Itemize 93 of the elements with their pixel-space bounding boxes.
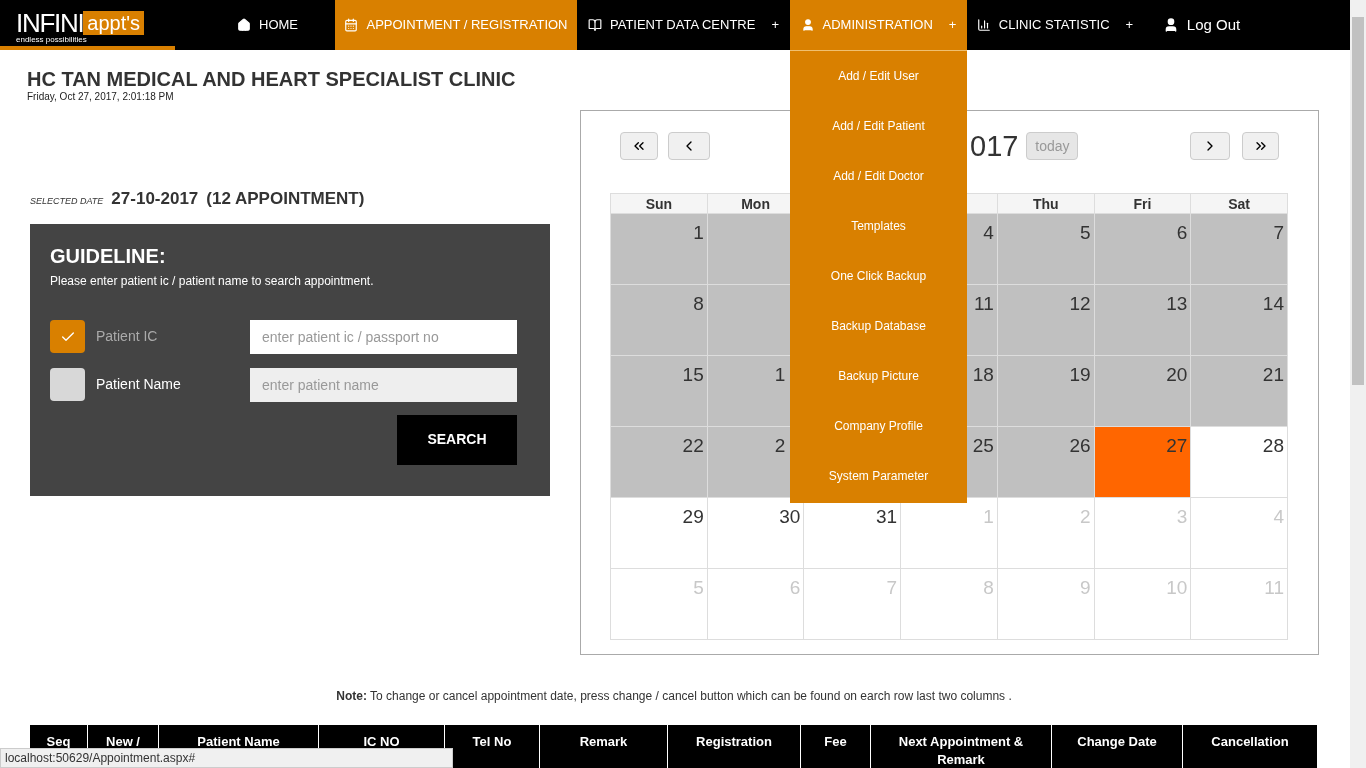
day-number: 29 xyxy=(682,505,704,529)
appointment-count: (12 APPOINTMENT) xyxy=(206,188,365,210)
note-text: Note: To change or cancel appointment date, press change / cancel button which can be found on earch row last two columns . xyxy=(335,688,1013,705)
day-cell[interactable]: 8 xyxy=(611,285,708,356)
user-icon xyxy=(800,18,815,32)
checkbox[interactable] xyxy=(50,320,85,353)
option-label: Patient Name xyxy=(96,375,182,394)
column-header: Remark xyxy=(540,725,668,768)
day-number: 14 xyxy=(1262,292,1284,316)
day-cell[interactable]: 27 xyxy=(1094,427,1192,498)
day-number: 28 xyxy=(1262,434,1284,458)
day-number: 30 xyxy=(779,505,801,529)
day-number: 13 xyxy=(1166,292,1188,316)
search-field[interactable]: enter patient ic / passport no xyxy=(250,319,517,354)
day-number: 12 xyxy=(1069,292,1091,316)
weekday-header: Thu xyxy=(997,193,1095,214)
day-cell[interactable]: 7 xyxy=(1191,214,1288,285)
search-button[interactable]: SEARCH xyxy=(397,414,517,465)
nav-label: PATIENT DATA CENTRE xyxy=(610,16,756,35)
plus-sign: + xyxy=(948,16,957,35)
day-cell[interactable]: 5 xyxy=(997,214,1095,285)
day-cell[interactable]: 6 xyxy=(1094,214,1192,285)
day-cell[interactable]: 28 xyxy=(1191,427,1288,498)
weekday-header: Sat xyxy=(1191,193,1288,214)
weekday-header: Fri xyxy=(1094,193,1192,214)
day-number: 26 xyxy=(1069,434,1091,458)
column-header: Next Appointment & Remark xyxy=(871,725,1052,768)
calendar-title: 017 xyxy=(970,131,1019,161)
logo-wordmark: INFINI xyxy=(16,10,84,36)
current-datetime: Friday, Oct 27, 2017, 2:01:18 PM xyxy=(27,91,175,103)
option-label: Patient IC xyxy=(96,327,159,346)
guideline-text: Please enter patient ic / patient name to search appointment. xyxy=(50,272,375,290)
book-icon xyxy=(588,18,602,32)
day-cell[interactable]: 26 xyxy=(997,427,1095,498)
scrollbar[interactable] xyxy=(1350,0,1366,768)
day-number: 7 xyxy=(1273,221,1284,245)
logo-tagline: endless possibilities xyxy=(16,36,88,44)
nav-label: Log Out xyxy=(1186,14,1241,35)
day-number: 22 xyxy=(682,434,704,458)
day-cell[interactable]: 14 xyxy=(1191,285,1288,356)
bar-chart-icon xyxy=(976,18,991,32)
home-icon xyxy=(237,18,251,32)
day-cell[interactable]: 20 xyxy=(1094,356,1192,427)
nav-label: ADMINISTRATION xyxy=(822,16,933,35)
day-cell[interactable]: 22 xyxy=(611,427,708,498)
day-number: 21 xyxy=(1262,363,1284,387)
column-header: Fee xyxy=(801,725,871,768)
clinic-name: HC TAN MEDICAL AND HEART SPECIALIST CLINIC xyxy=(27,67,517,91)
day-number: 31 xyxy=(876,505,898,529)
day-number: 15 xyxy=(682,363,704,387)
scrollbar-thumb[interactable] xyxy=(1352,17,1364,385)
day-number: 6 xyxy=(1176,221,1188,245)
day-cell[interactable]: 29 xyxy=(611,498,708,569)
day-number: 27 xyxy=(1166,434,1188,458)
next-year-button[interactable] xyxy=(1242,132,1279,160)
calendar-icon xyxy=(344,18,359,32)
nav-label: HOME xyxy=(259,16,298,35)
day-number: 25 xyxy=(972,434,994,458)
selected-date-label: SELECTED DATE xyxy=(30,195,104,208)
plus-sign: + xyxy=(771,16,779,35)
status-bar: localhost:50629/Appointment.aspx# xyxy=(0,748,453,768)
day-cell[interactable]: 19 xyxy=(997,356,1095,427)
column-header: Cancellation xyxy=(1183,725,1318,768)
search-field[interactable]: enter patient name xyxy=(250,367,517,402)
day-number: 20 xyxy=(1166,363,1188,387)
day-cell[interactable]: 21 xyxy=(1191,356,1288,427)
day-number: 1 xyxy=(693,221,704,245)
previous-year-button[interactable] xyxy=(620,132,658,160)
day-number: 19 xyxy=(1069,363,1091,387)
nav-label: CLINIC STATISTIC xyxy=(998,16,1110,35)
logo-badge: appt's xyxy=(83,11,145,35)
day-number: 1 xyxy=(774,363,786,387)
logo[interactable]: INFINI appt's endless possibilities xyxy=(0,0,175,50)
day-cell[interactable]: 13 xyxy=(1094,285,1192,356)
day-number: 11 xyxy=(974,292,994,316)
previous-month-button[interactable] xyxy=(668,132,710,160)
next-month-button[interactable] xyxy=(1190,132,1230,160)
day-cell[interactable]: 1 xyxy=(611,214,708,285)
day-number: 18 xyxy=(972,363,994,387)
day-number: 2 xyxy=(774,434,786,458)
column-header: Registration xyxy=(668,725,801,768)
day-cell[interactable]: 15 xyxy=(611,356,708,427)
guideline-title: GUIDELINE: xyxy=(50,243,167,268)
selected-date: 27-10-2017 xyxy=(111,188,199,210)
day-number: 5 xyxy=(1080,221,1091,245)
day-cell[interactable]: 12 xyxy=(997,285,1095,356)
column-header: Change Date xyxy=(1052,725,1183,768)
plus-sign: + xyxy=(1125,16,1134,35)
weekday-header: Sun xyxy=(611,193,708,214)
day-number: 4 xyxy=(983,221,994,245)
checkbox[interactable] xyxy=(50,368,85,401)
day-number: 8 xyxy=(693,292,704,316)
nav-label: APPOINTMENT / REGISTRATION xyxy=(366,16,568,35)
